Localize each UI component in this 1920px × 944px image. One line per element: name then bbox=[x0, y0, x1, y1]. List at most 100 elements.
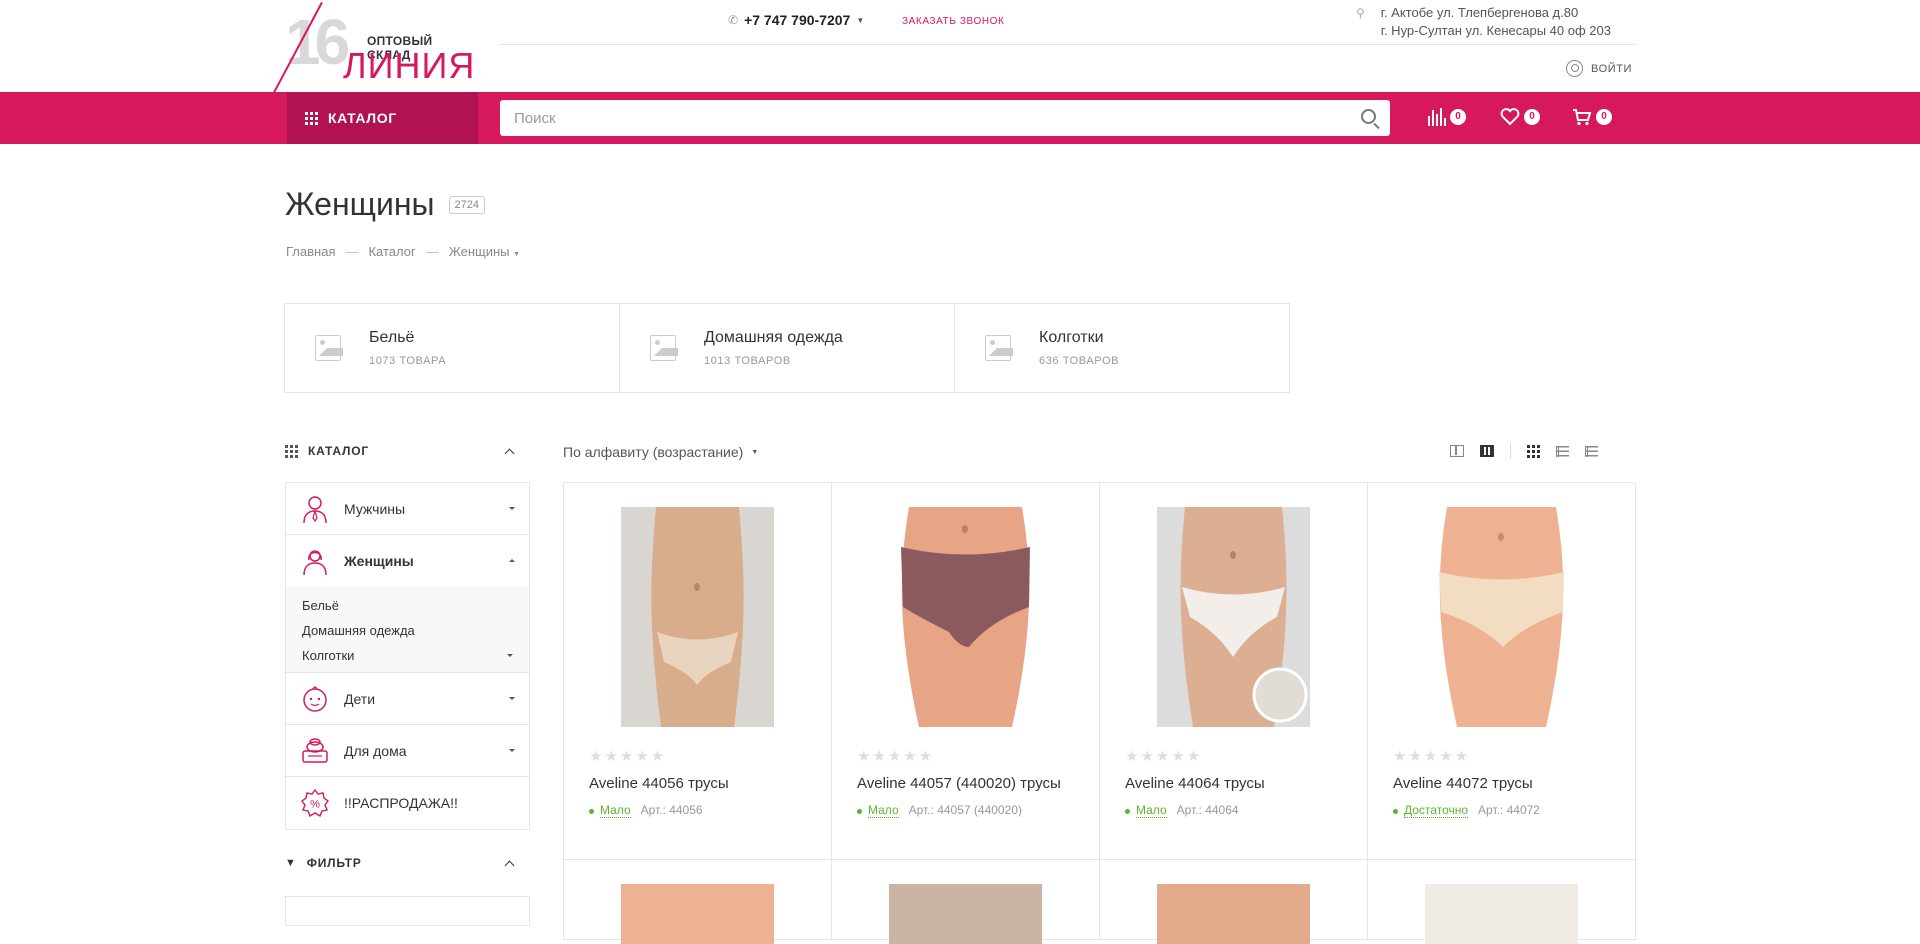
subcategory-card[interactable]: Колготки 636 ТОВАРОВ bbox=[954, 303, 1290, 393]
user-icon bbox=[1566, 60, 1583, 77]
breadcrumb-separator: — bbox=[345, 244, 359, 259]
site-header: 16 ОПТОВЫЙ СКЛАД ЛИНИЯ ✆ +7 747 790-7207… bbox=[0, 0, 1920, 95]
product-image[interactable] bbox=[889, 884, 1042, 944]
chevron-up-icon[interactable] bbox=[504, 448, 515, 458]
product-article: Арт.: 44072 bbox=[1478, 803, 1540, 817]
product-card[interactable] bbox=[1368, 860, 1636, 944]
tile-view-icon[interactable] bbox=[1527, 444, 1540, 458]
sidebar-item-kids[interactable]: Дети bbox=[286, 673, 529, 725]
phone-number[interactable]: +7 747 790-7207 bbox=[744, 12, 850, 28]
search-input[interactable] bbox=[500, 100, 1390, 136]
product-name[interactable]: Aveline 44056 трусы bbox=[589, 775, 729, 792]
rating-stars: ★★★★★ bbox=[1393, 748, 1471, 765]
image-placeholder-icon bbox=[650, 335, 678, 361]
sidebar-item-sale[interactable]: % !!РАСПРОДАЖА!! bbox=[286, 777, 529, 829]
subcategory-count: 1013 ТОВАРОВ bbox=[704, 355, 791, 367]
product-card[interactable] bbox=[564, 860, 832, 944]
filter-heading: ФИЛЬТР bbox=[306, 856, 362, 870]
product-image[interactable] bbox=[1157, 884, 1310, 944]
two-column-view-icon[interactable] bbox=[1450, 445, 1464, 457]
product-name[interactable]: Aveline 44057 (440020) трусы bbox=[857, 775, 1061, 792]
stock-dot-icon bbox=[1393, 809, 1398, 814]
product-card[interactable]: ★★★★★ Aveline 44064 трусы Мало Арт.: 4406… bbox=[1100, 483, 1368, 860]
three-column-view-icon[interactable] bbox=[1480, 445, 1494, 457]
sidebar-catalog-header[interactable]: КАТАЛОГ bbox=[285, 444, 519, 458]
breadcrumb-catalog[interactable]: Каталог bbox=[368, 244, 415, 259]
product-article: Арт.: 44064 bbox=[1176, 803, 1239, 817]
submenu-item[interactable]: Домашняя одежда bbox=[302, 618, 513, 643]
submenu-item[interactable]: Колготки bbox=[302, 643, 513, 668]
subcategory-name: Домашняя одежда bbox=[704, 329, 843, 346]
logo-number: 16 bbox=[285, 6, 350, 78]
stock-dot-icon bbox=[589, 809, 594, 814]
sidebar-item-label: Дети bbox=[344, 690, 376, 707]
breadcrumb: Главная — Каталог — Женщины ▼ bbox=[286, 244, 520, 259]
chevron-up-icon[interactable] bbox=[509, 559, 515, 562]
table-view-icon[interactable] bbox=[1585, 445, 1598, 457]
subcategory-count: 636 ТОВАРОВ bbox=[1039, 355, 1120, 367]
chevron-down-icon[interactable] bbox=[509, 749, 515, 752]
product-image[interactable] bbox=[621, 884, 774, 944]
product-card[interactable] bbox=[832, 860, 1100, 944]
sidebar-item-label: !!РАСПРОДАЖА!! bbox=[344, 795, 458, 811]
product-image[interactable] bbox=[1425, 884, 1578, 944]
product-image[interactable] bbox=[1425, 507, 1578, 727]
page-title-row: Женщины 2724 bbox=[285, 186, 485, 223]
sidebar-item-home[interactable]: Для дома bbox=[286, 725, 529, 777]
page-title: Женщины bbox=[285, 186, 435, 222]
subcategory-name: Бельё bbox=[369, 329, 415, 346]
stock-status[interactable]: Достаточно bbox=[1404, 803, 1469, 818]
product-image[interactable] bbox=[621, 507, 774, 727]
stock-status[interactable]: Мало bbox=[600, 803, 631, 818]
product-article: Арт.: 44057 (440020) bbox=[908, 803, 1022, 817]
address-line: г. Нур-Султан ул. Кенесары 40 оф 203 bbox=[1380, 23, 1611, 38]
chevron-down-icon[interactable] bbox=[509, 697, 515, 700]
product-card[interactable]: ★★★★★ Aveline 44057 (440020) трусы Мало А… bbox=[832, 483, 1100, 860]
login-link[interactable]: ВОЙТИ bbox=[1566, 60, 1632, 77]
cart-button[interactable]: 0 bbox=[1572, 108, 1612, 126]
breadcrumb-home[interactable]: Главная bbox=[286, 244, 335, 259]
favorites-count-badge: 0 bbox=[1524, 109, 1540, 125]
stock-status[interactable]: Мало bbox=[868, 803, 899, 818]
filter-header[interactable]: ▼ ФИЛЬТР bbox=[285, 856, 519, 870]
product-grid: ★★★★★ Aveline 44056 трусы Мало Арт.: 4405… bbox=[563, 482, 1636, 944]
rating-stars: ★★★★★ bbox=[1125, 748, 1203, 765]
man-icon bbox=[300, 494, 330, 524]
callback-link[interactable]: ЗАКАЗАТЬ ЗВОНОК bbox=[902, 16, 1004, 27]
product-image[interactable] bbox=[1157, 507, 1310, 727]
chevron-up-icon[interactable] bbox=[504, 860, 515, 870]
subcategory-card[interactable]: Бельё 1073 ТОВАРА bbox=[284, 303, 620, 393]
product-name[interactable]: Aveline 44064 трусы bbox=[1125, 775, 1265, 792]
catalog-button[interactable]: КАТАЛОГ bbox=[287, 92, 478, 144]
phone-block[interactable]: ✆ +7 747 790-7207 ▼ bbox=[728, 12, 864, 28]
product-card[interactable]: ★★★★★ Aveline 44056 трусы Мало Арт.: 4405… bbox=[564, 483, 832, 860]
compare-button[interactable]: 0 bbox=[1428, 108, 1466, 126]
logo[interactable]: 16 ОПТОВЫЙ СКЛАД ЛИНИЯ bbox=[272, 2, 474, 95]
chevron-down-icon[interactable] bbox=[507, 654, 513, 657]
product-card[interactable]: ★★★★★ Aveline 44072 трусы Достаточно Арт.… bbox=[1368, 483, 1636, 860]
women-submenu: Бельё Домашняя одежда Колготки bbox=[286, 587, 529, 673]
subcategory-card[interactable]: Домашняя одежда 1013 ТОВАРОВ bbox=[619, 303, 955, 393]
sidebar-item-women[interactable]: Женщины bbox=[286, 535, 529, 587]
svg-text:%: % bbox=[310, 799, 320, 811]
compare-icon bbox=[1428, 108, 1446, 126]
search-icon[interactable] bbox=[1361, 109, 1376, 124]
product-article: Арт.: 44056 bbox=[640, 803, 703, 817]
breadcrumb-current[interactable]: Женщины ▼ bbox=[449, 244, 520, 259]
chevron-down-icon[interactable] bbox=[509, 507, 515, 510]
subcategory-count: 1073 ТОВАРА bbox=[369, 355, 447, 367]
list-view-icon[interactable] bbox=[1556, 445, 1569, 457]
product-image[interactable] bbox=[889, 507, 1042, 727]
header-divider bbox=[500, 44, 1635, 45]
compare-count-badge: 0 bbox=[1450, 109, 1466, 125]
stock-status[interactable]: Мало bbox=[1136, 803, 1167, 818]
favorites-button[interactable]: 0 bbox=[1500, 108, 1540, 126]
submenu-item[interactable]: Бельё bbox=[302, 593, 513, 618]
product-card[interactable] bbox=[1100, 860, 1368, 944]
rating-stars: ★★★★★ bbox=[589, 748, 667, 765]
product-name[interactable]: Aveline 44072 трусы bbox=[1393, 775, 1533, 792]
breadcrumb-separator: — bbox=[425, 244, 439, 259]
chevron-down-icon[interactable]: ▼ bbox=[856, 16, 864, 25]
sort-dropdown[interactable]: По алфавиту (возрастание) ▼ bbox=[563, 444, 758, 460]
sidebar-item-men[interactable]: Мужчины bbox=[286, 483, 529, 535]
